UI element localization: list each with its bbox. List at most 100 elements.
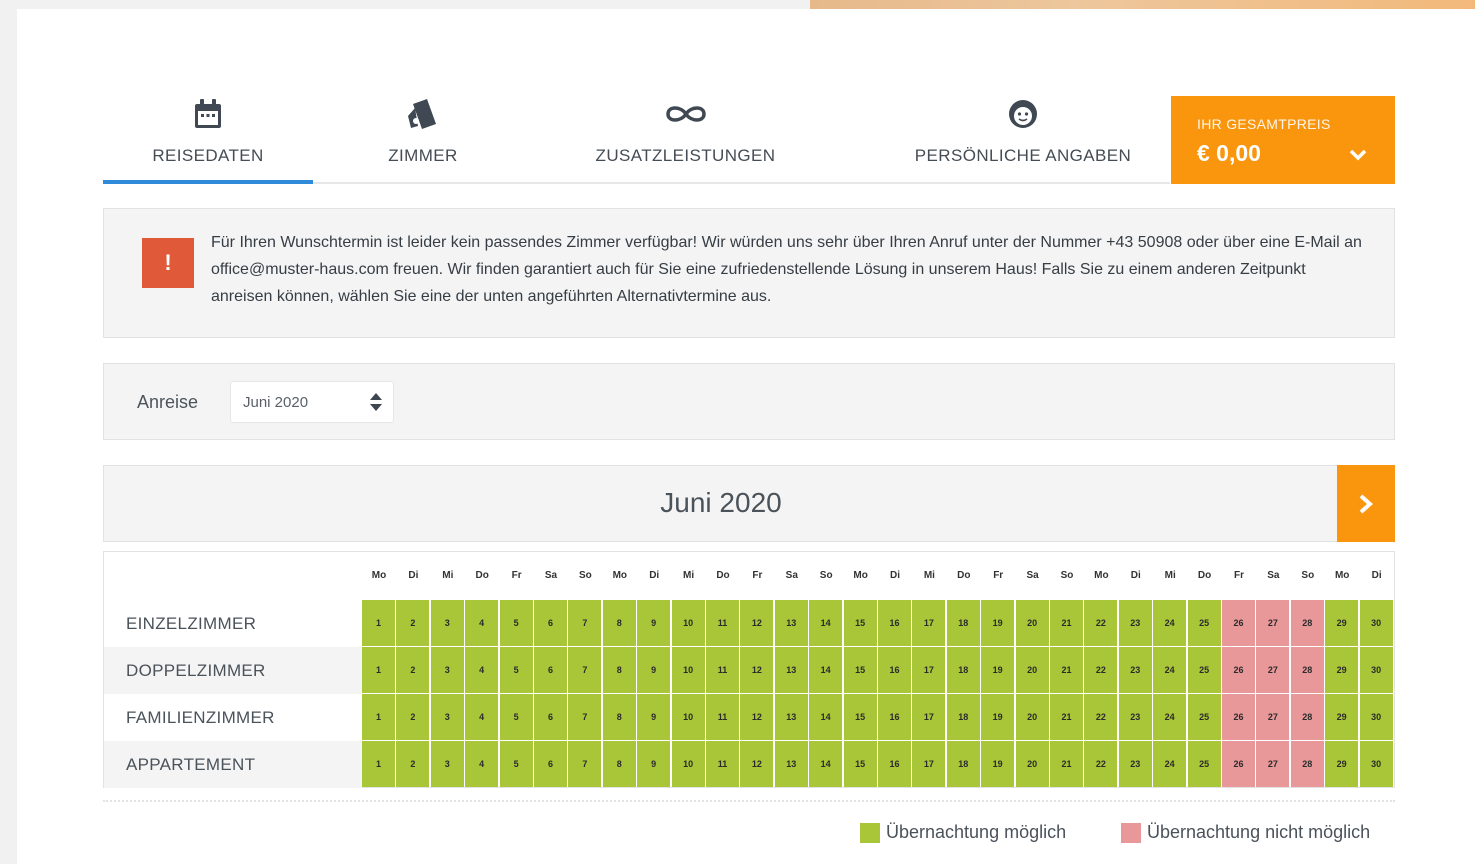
day-cell-available[interactable]: 21 — [1050, 647, 1083, 693]
day-cell-available[interactable]: 14 — [809, 600, 843, 646]
day-cell-available[interactable]: 2 — [396, 741, 430, 787]
day-cell-available[interactable]: 23 — [1118, 647, 1152, 693]
day-cell-available[interactable]: 20 — [1015, 600, 1049, 646]
day-cell-available[interactable]: 3 — [430, 600, 464, 646]
day-cell-unavailable[interactable]: 27 — [1256, 600, 1290, 646]
day-cell-available[interactable]: 25 — [1187, 741, 1221, 787]
day-cell-available[interactable]: 11 — [706, 600, 739, 646]
day-cell-unavailable[interactable]: 26 — [1222, 647, 1255, 693]
day-cell-available[interactable]: 25 — [1187, 694, 1221, 740]
day-cell-unavailable[interactable]: 26 — [1222, 600, 1255, 646]
day-cell-available[interactable]: 30 — [1359, 694, 1393, 740]
day-cell-available[interactable]: 12 — [740, 694, 774, 740]
day-cell-available[interactable]: 29 — [1325, 741, 1359, 787]
day-cell-available[interactable]: 18 — [946, 647, 980, 693]
day-cell-unavailable[interactable]: 28 — [1290, 600, 1324, 646]
day-cell-available[interactable]: 14 — [809, 741, 843, 787]
day-cell-available[interactable]: 7 — [568, 741, 602, 787]
day-cell-available[interactable]: 20 — [1015, 741, 1049, 787]
day-cell-available[interactable]: 8 — [602, 647, 636, 693]
next-month-button[interactable] — [1337, 465, 1395, 542]
day-cell-available[interactable]: 19 — [981, 741, 1015, 787]
day-cell-available[interactable]: 2 — [396, 647, 430, 693]
step-persoenliche-angaben[interactable]: PERSÖNLICHE ANGABEN — [903, 86, 1143, 184]
day-cell-available[interactable]: 30 — [1359, 647, 1393, 693]
day-cell-available[interactable]: 15 — [843, 741, 877, 787]
day-cell-available[interactable]: 13 — [774, 647, 808, 693]
day-cell-available[interactable]: 18 — [946, 600, 980, 646]
day-cell-available[interactable]: 7 — [568, 647, 602, 693]
day-cell-available[interactable]: 24 — [1153, 741, 1187, 787]
day-cell-available[interactable]: 25 — [1187, 600, 1221, 646]
day-cell-available[interactable]: 13 — [774, 600, 808, 646]
day-cell-available[interactable]: 4 — [465, 600, 499, 646]
day-cell-available[interactable]: 3 — [430, 647, 464, 693]
day-cell-available[interactable]: 6 — [534, 694, 567, 740]
day-cell-available[interactable]: 7 — [568, 600, 602, 646]
day-cell-available[interactable]: 5 — [499, 694, 533, 740]
day-cell-available[interactable]: 2 — [396, 600, 430, 646]
day-cell-available[interactable]: 23 — [1118, 741, 1152, 787]
day-cell-available[interactable]: 17 — [912, 741, 946, 787]
day-cell-available[interactable]: 13 — [774, 741, 808, 787]
day-cell-unavailable[interactable]: 26 — [1222, 694, 1255, 740]
day-cell-available[interactable]: 1 — [362, 600, 395, 646]
day-cell-available[interactable]: 16 — [878, 694, 911, 740]
day-cell-available[interactable]: 22 — [1084, 600, 1118, 646]
day-cell-available[interactable]: 23 — [1118, 600, 1152, 646]
day-cell-available[interactable]: 6 — [534, 600, 567, 646]
day-cell-available[interactable]: 22 — [1084, 647, 1118, 693]
day-cell-available[interactable]: 9 — [637, 741, 671, 787]
day-cell-unavailable[interactable]: 28 — [1290, 647, 1324, 693]
day-cell-available[interactable]: 9 — [637, 647, 671, 693]
day-cell-available[interactable]: 16 — [878, 741, 911, 787]
day-cell-available[interactable]: 11 — [706, 741, 739, 787]
day-cell-available[interactable]: 19 — [981, 647, 1015, 693]
day-cell-available[interactable]: 21 — [1050, 741, 1083, 787]
day-cell-available[interactable]: 25 — [1187, 647, 1221, 693]
day-cell-unavailable[interactable]: 27 — [1256, 741, 1290, 787]
day-cell-available[interactable]: 18 — [946, 694, 980, 740]
day-cell-available[interactable]: 5 — [499, 647, 533, 693]
day-cell-available[interactable]: 8 — [602, 600, 636, 646]
day-cell-available[interactable]: 13 — [774, 694, 808, 740]
day-cell-available[interactable]: 4 — [465, 647, 499, 693]
step-zimmer[interactable]: ZIMMER — [323, 86, 523, 184]
day-cell-available[interactable]: 4 — [465, 694, 499, 740]
day-cell-available[interactable]: 30 — [1359, 600, 1393, 646]
day-cell-available[interactable]: 23 — [1118, 694, 1152, 740]
day-cell-available[interactable]: 15 — [843, 600, 877, 646]
day-cell-unavailable[interactable]: 27 — [1256, 694, 1290, 740]
step-zusatzleistungen[interactable]: ZUSATZLEISTUNGEN — [573, 86, 798, 184]
day-cell-available[interactable]: 19 — [981, 694, 1015, 740]
day-cell-available[interactable]: 20 — [1015, 694, 1049, 740]
total-price-toggle[interactable]: IHR GESAMTPREIS € 0,00 — [1171, 96, 1395, 184]
day-cell-available[interactable]: 1 — [362, 741, 395, 787]
day-cell-available[interactable]: 21 — [1050, 694, 1083, 740]
day-cell-unavailable[interactable]: 28 — [1290, 741, 1324, 787]
day-cell-available[interactable]: 10 — [671, 647, 705, 693]
day-cell-available[interactable]: 14 — [809, 694, 843, 740]
day-cell-available[interactable]: 17 — [912, 600, 946, 646]
day-cell-available[interactable]: 1 — [362, 694, 395, 740]
day-cell-available[interactable]: 5 — [499, 741, 533, 787]
arrival-month-select[interactable]: Juni 2020 — [230, 381, 394, 423]
day-cell-available[interactable]: 17 — [912, 647, 946, 693]
day-cell-unavailable[interactable]: 26 — [1222, 741, 1255, 787]
day-cell-available[interactable]: 30 — [1359, 741, 1393, 787]
day-cell-unavailable[interactable]: 28 — [1290, 694, 1324, 740]
day-cell-available[interactable]: 3 — [430, 694, 464, 740]
day-cell-available[interactable]: 29 — [1325, 647, 1359, 693]
day-cell-available[interactable]: 12 — [740, 741, 774, 787]
day-cell-available[interactable]: 16 — [878, 647, 911, 693]
day-cell-available[interactable]: 8 — [602, 741, 636, 787]
day-cell-available[interactable]: 22 — [1084, 741, 1118, 787]
day-cell-available[interactable]: 12 — [740, 600, 774, 646]
day-cell-available[interactable]: 29 — [1325, 694, 1359, 740]
day-cell-unavailable[interactable]: 27 — [1256, 647, 1290, 693]
day-cell-available[interactable]: 4 — [465, 741, 499, 787]
day-cell-available[interactable]: 9 — [637, 694, 671, 740]
step-reisedaten[interactable]: REISEDATEN — [103, 86, 313, 184]
day-cell-available[interactable]: 14 — [809, 647, 843, 693]
day-cell-available[interactable]: 10 — [671, 600, 705, 646]
